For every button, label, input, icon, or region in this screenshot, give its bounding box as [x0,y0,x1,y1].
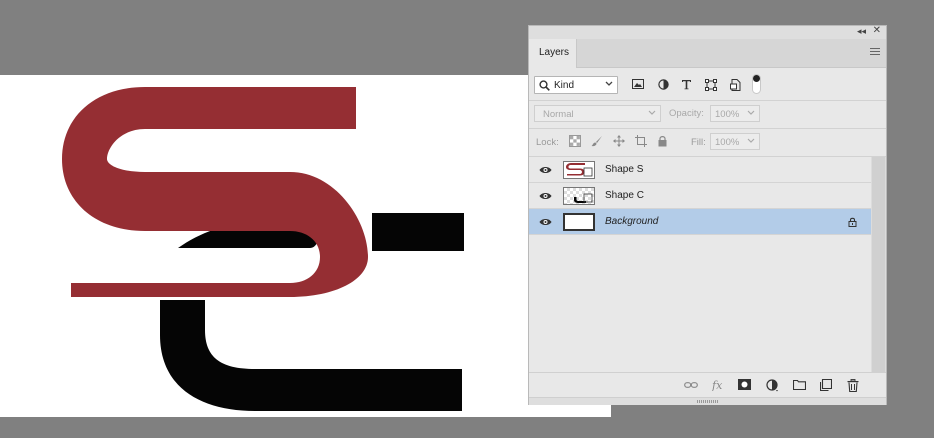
layer-row-background[interactable]: Background [529,209,871,235]
lock-label: Lock: [536,137,559,148]
layer-row-shape-c[interactable]: Shape C [529,183,871,209]
lock-position-icon[interactable] [613,135,625,147]
shape-c-lower [160,300,462,411]
filter-toggle-icon[interactable] [752,74,761,94]
fill-field[interactable]: 100% [710,133,760,150]
kind-filter-label: Kind [554,80,575,91]
layer-name: Background [605,216,659,227]
fx-icon[interactable]: fx [712,379,726,391]
panel-titlebar: ◂◂ ✕ [529,25,886,39]
add-mask-icon[interactable] [738,379,751,390]
lock-all-icon[interactable] [657,135,668,147]
tab-layers-label: Layers [539,47,570,58]
layers-scrollbar-thumb[interactable] [872,157,885,374]
link-layers-icon[interactable] [684,379,698,391]
opacity-field[interactable]: 100% [710,105,760,122]
eye-icon[interactable] [539,218,552,226]
close-panel-icon[interactable]: ✕ [873,25,881,36]
new-layer-icon[interactable] [820,379,832,391]
blend-mode-select[interactable]: Normal [534,105,661,122]
type-filter-icon[interactable] [681,79,692,90]
lock-artboard-icon[interactable] [635,135,647,147]
lock-image-pixels-icon[interactable] [591,135,603,147]
layer-name: Shape S [605,164,644,175]
fill-label: Fill: [691,137,706,148]
filter-row: Kind [529,70,886,101]
new-group-icon[interactable] [793,379,806,390]
shape-filter-icon[interactable] [705,79,717,91]
chevron-down-icon [648,110,656,115]
shape-c [160,213,464,411]
layer-thumbnail-shape-s [563,161,595,179]
adjustment-layer-icon[interactable] [766,379,779,392]
layer-row-shape-s[interactable]: Shape S [529,157,871,183]
panel-tab-row: Layers [529,39,886,68]
layers-panel: ◂◂ ✕ Layers Kind Normal Opacity: 100% Lo… [528,25,887,405]
layer-thumbnail-background [563,213,595,231]
layer-name: Shape C [605,190,644,201]
eye-icon[interactable] [539,192,552,200]
layers-scrollbar[interactable] [871,157,886,374]
fill-value: 100% [715,137,740,148]
svg-text:fx: fx [712,379,723,391]
image-filter-icon[interactable] [632,79,644,89]
adjustment-filter-icon[interactable] [658,79,669,90]
chevron-down-icon [605,81,613,86]
layer-thumbnail-shape-c [563,187,595,205]
search-icon [539,80,550,91]
panel-footer: fx [529,372,886,398]
opacity-label: Opacity: [669,108,704,119]
chevron-down-icon [747,110,755,115]
panel-resize-grip[interactable] [529,397,886,405]
smart-object-filter-icon[interactable] [730,79,741,91]
lock-row: Lock: Fill: 100% [529,128,886,157]
layer-lock-icon[interactable] [848,217,857,227]
document-canvas[interactable] [0,75,611,417]
delete-layer-icon[interactable] [847,379,859,392]
blend-mode-value: Normal [543,109,574,120]
collapse-panel-icon[interactable]: ◂◂ [857,26,866,37]
chevron-down-icon [747,138,755,143]
eye-icon[interactable] [539,166,552,174]
blend-row: Normal Opacity: 100% [529,100,886,129]
opacity-value: 100% [715,109,740,120]
shape-s [62,87,368,297]
artwork [62,87,464,411]
tab-layers[interactable]: Layers [529,39,577,68]
shape-c-stub [372,213,464,251]
panel-menu-icon[interactable] [870,48,880,56]
kind-filter-select[interactable]: Kind [534,76,618,94]
grip-dots [697,400,719,403]
layers-list: Shape S Shape C Background [529,157,871,374]
lock-transparent-pixels-icon[interactable] [569,135,581,147]
